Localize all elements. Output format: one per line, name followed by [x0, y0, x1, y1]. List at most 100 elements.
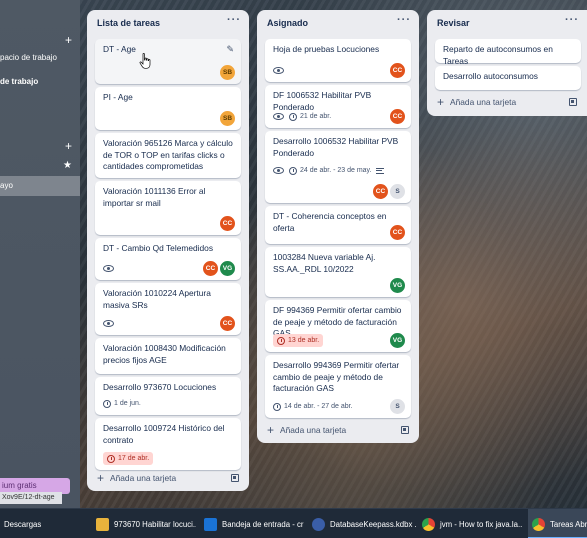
card[interactable]: Desarrollo 1006532 Habilitar PVB Pondera…	[265, 131, 411, 203]
due-date-badge[interactable]: 21 de abr.	[289, 111, 331, 123]
add-card-button[interactable]: + Añada una tarjeta	[437, 94, 516, 110]
add-board-icon[interactable]: +	[65, 34, 72, 46]
clock-icon	[289, 112, 297, 121]
card[interactable]: DT - Coherencia conceptos en oferta CC	[265, 206, 411, 244]
card[interactable]: Hoja de pruebas Locuciones CC	[265, 39, 411, 82]
plus-icon: +	[97, 471, 105, 485]
card[interactable]: Desarrollo 973670 Locuciones 1 de jun.	[95, 377, 241, 415]
card-template-icon[interactable]	[401, 426, 409, 434]
add-card-button[interactable]: + Añada una tarjeta	[97, 470, 176, 486]
card[interactable]: Valoración 1008430 Modificación precios …	[95, 338, 241, 374]
member-avatar[interactable]: CC	[220, 316, 235, 331]
taskbar-item-label: Descargas	[4, 519, 42, 529]
sidebar-item-current-board[interactable]: ayo	[0, 176, 80, 196]
due-date-badge[interactable]: 24 de abr. - 23 de may.	[289, 165, 371, 177]
clock-icon	[289, 166, 297, 175]
card-title: Desarrollo 973670 Locuciones	[103, 382, 217, 392]
due-date-text: 21 de abr.	[300, 112, 332, 120]
list-header: Asignado ···	[257, 10, 419, 36]
card[interactable]: DT - Age ✎ SB	[95, 39, 241, 84]
watching-eye-icon	[273, 113, 284, 120]
taskbar-item-label: Bandeja de entrada - cri...	[222, 519, 304, 529]
member-avatar[interactable]: S	[390, 399, 405, 414]
card[interactable]: Reparto de autoconsumos en Tareas	[435, 39, 581, 66]
due-date-badge[interactable]: 14 de abr. - 27 de abr.	[273, 401, 353, 413]
card-title: Valoración 965126 Marca y cálculo de TOR…	[103, 138, 233, 171]
member-avatar[interactable]: CC	[203, 261, 218, 276]
list-title[interactable]: Asignado	[267, 18, 308, 28]
taskbar-item-keepass[interactable]: DatabaseKeepass.kdbx ...	[312, 509, 416, 538]
member-avatar[interactable]: CC	[390, 63, 405, 78]
card[interactable]: DF 994369 Permitir ofertar cambio de pea…	[265, 300, 411, 352]
clock-icon	[103, 399, 111, 408]
sidebar-item-workspace[interactable]: pacio de trabajo	[0, 49, 80, 67]
clock-icon	[273, 402, 281, 411]
card-title: Desarrollo 1006532 Habilitar PVB Pondera…	[273, 136, 399, 158]
member-avatar[interactable]: S	[390, 184, 405, 199]
member-avatar[interactable]: CC	[373, 184, 388, 199]
card[interactable]: Valoración 1011136 Error al importar sr …	[95, 181, 241, 235]
taskbar-item-downloads[interactable]: Descargas	[4, 509, 84, 538]
member-avatar[interactable]: SB	[220, 65, 235, 80]
list-title[interactable]: Revisar	[437, 18, 470, 28]
due-date-text: 17 de abr.	[118, 454, 150, 462]
taskbar-item-chrome-jvm[interactable]: jvm - How to fix java.la...	[422, 509, 522, 538]
member-avatar[interactable]: CC	[390, 225, 405, 240]
card[interactable]: Valoración 965126 Marca y cálculo de TOR…	[95, 133, 241, 178]
member-avatar[interactable]: VG	[220, 261, 235, 276]
card[interactable]: PI - Age SB	[95, 87, 241, 130]
list-title[interactable]: Lista de tareas	[97, 18, 160, 28]
card-title: DT - Cambio Qd Telemedidos	[103, 243, 214, 253]
watching-eye-icon	[103, 265, 114, 272]
member-avatar[interactable]: VG	[390, 333, 405, 348]
card-title: 1003284 Nueva variable Aj. SS.AA._RDL 10…	[273, 252, 376, 274]
list-menu-button[interactable]: ···	[397, 14, 411, 26]
add-card-label: Añada una tarjeta	[280, 425, 347, 435]
taskbar-item-chrome-tareas[interactable]: Tareas Abril-M...	[528, 509, 587, 538]
due-date-badge[interactable]: 1 de jun.	[103, 398, 141, 410]
card-title: Reparto de autoconsumos en Tareas	[443, 44, 553, 66]
taskbar-item-label: Tareas Abril-M...	[550, 519, 587, 529]
member-avatar[interactable]: SB	[220, 111, 235, 126]
member-avatar[interactable]: CC	[220, 216, 235, 231]
card[interactable]: Valoración 1010224 Apertura masiva SRs C…	[95, 283, 241, 335]
sidebar: + pacio de trabajo de trabajo + ★ ayo iu…	[0, 0, 80, 508]
card[interactable]: Desarrollo 1009724 Histórico del contrat…	[95, 418, 241, 470]
card-title: Valoración 1008430 Modificación precios …	[103, 343, 226, 365]
sidebar-item-label: pacio de trabajo	[0, 53, 57, 62]
plus-icon: +	[267, 423, 275, 437]
card-title: Valoración 1011136 Error al importar sr …	[103, 186, 206, 208]
add-card-label: Añada una tarjeta	[450, 97, 517, 107]
taskbar-item-label: 973670 Habilitar locuci...	[114, 519, 196, 529]
due-date-text: 13 de abr.	[288, 336, 320, 344]
card-title: Desarrollo 994369 Permitir ofertar cambi…	[273, 360, 400, 393]
add-card-button[interactable]: + Añada una tarjeta	[267, 422, 346, 438]
card[interactable]: Desarrollo 994369 Permitir ofertar cambi…	[265, 355, 411, 418]
folder-icon	[96, 517, 109, 531]
clock-icon	[107, 454, 115, 463]
due-date-text: 14 de abr. - 27 de abr.	[284, 402, 353, 410]
card[interactable]: DT - Cambio Qd Telemedidos CC VG	[95, 238, 241, 280]
list-menu-button[interactable]: ···	[565, 14, 579, 26]
add-icon[interactable]: +	[65, 140, 72, 152]
card-template-icon[interactable]	[231, 474, 239, 482]
taskbar-item-outlook[interactable]: Bandeja de entrada - cri...	[204, 509, 304, 538]
card[interactable]: Desarrollo autoconsumos	[435, 66, 581, 90]
list-menu-button[interactable]: ···	[227, 14, 241, 26]
list-header: Lista de tareas ···	[87, 10, 249, 36]
edit-pencil-icon[interactable]: ✎	[226, 44, 234, 56]
card[interactable]: DF 1006532 Habilitar PVB Ponderado 21 de…	[265, 85, 411, 128]
card[interactable]: 1003284 Nueva variable Aj. SS.AA._RDL 10…	[265, 247, 411, 297]
card-template-icon[interactable]	[569, 98, 577, 106]
chrome-icon	[532, 517, 545, 531]
sidebar-item-label: ayo	[0, 181, 13, 190]
watching-eye-icon	[273, 167, 284, 174]
star-icon[interactable]: ★	[63, 160, 72, 171]
member-avatar[interactable]: CC	[390, 109, 405, 124]
add-card-label: Añada una tarjeta	[110, 473, 177, 483]
taskbar-item-folder[interactable]: 973670 Habilitar locuci...	[96, 509, 196, 538]
due-date-badge[interactable]: 13 de abr.	[273, 333, 324, 348]
sidebar-item-workspace-views[interactable]: de trabajo	[0, 73, 80, 91]
due-date-badge[interactable]: 17 de abr.	[103, 451, 154, 466]
member-avatar[interactable]: VG	[390, 278, 405, 293]
